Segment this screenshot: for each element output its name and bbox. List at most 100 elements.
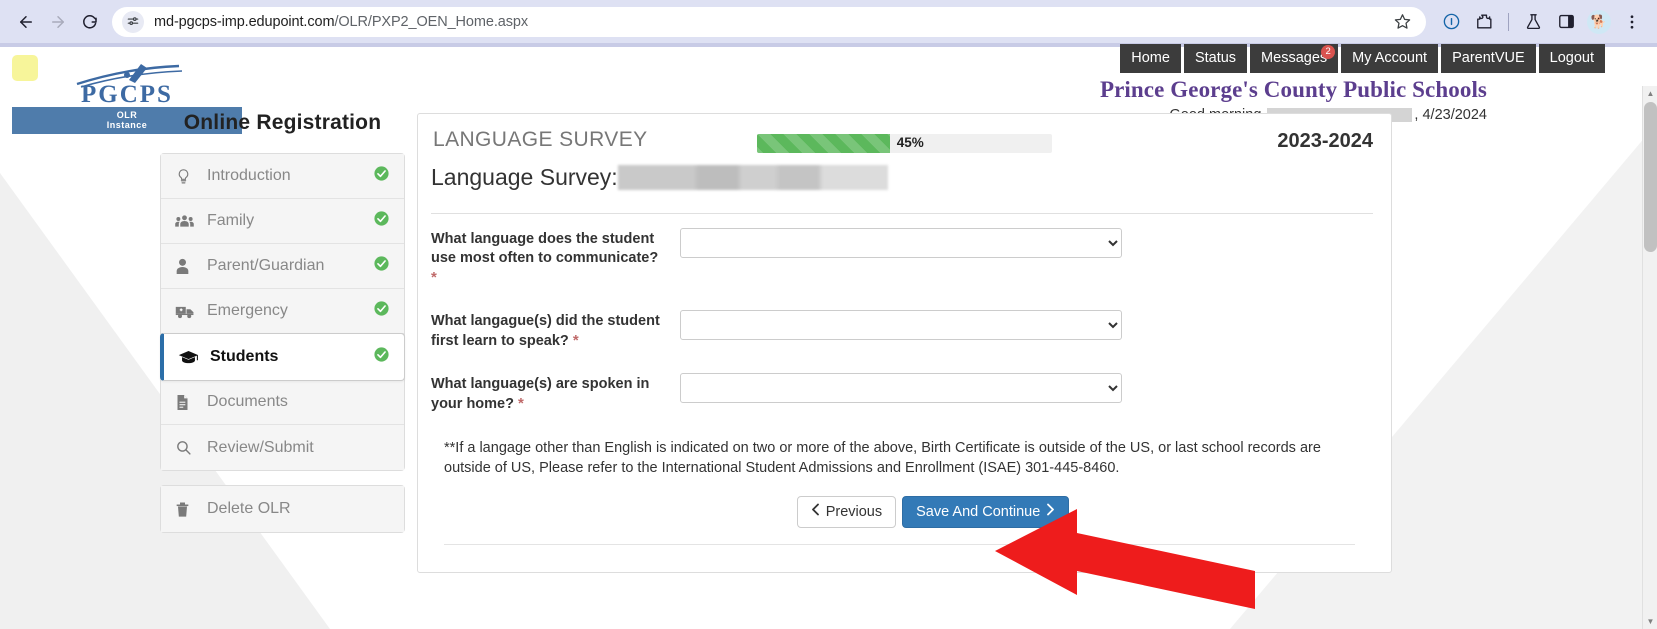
question-1-field — [680, 228, 1122, 258]
lightbulb-icon — [175, 168, 201, 185]
main-panel: LANGUAGE SURVEY 45% 2023-2024 Language S… — [417, 113, 1392, 573]
language-first-learned-select[interactable] — [680, 310, 1122, 340]
forward-arrow-icon — [42, 6, 74, 38]
sidebar-nav-group: Introduction Family Parent/Guardian — [160, 153, 405, 471]
profile-avatar-icon[interactable]: 🐕 — [1584, 7, 1614, 37]
sidebar-item-label: Documents — [201, 393, 390, 411]
scrollbar-thumb[interactable] — [1644, 102, 1657, 252]
survey-heading-text: Language Survey: — [431, 164, 618, 191]
page-scrollbar[interactable]: ▲ ▼ — [1642, 86, 1657, 629]
page-title: Online Registration — [160, 111, 405, 135]
sidebar-delete-group: Delete OLR — [160, 485, 405, 533]
sidebar-item-review-submit[interactable]: Review/Submit — [161, 425, 404, 470]
sidebar-item-label: Emergency — [201, 302, 373, 320]
info-circle-icon[interactable] — [1436, 7, 1466, 37]
lab-flask-icon[interactable] — [1518, 7, 1548, 37]
language-survey-form: What language does the student use most … — [418, 214, 1391, 545]
address-bar[interactable]: md-pgcps-imp.edupoint.com/OLR/PXP2_OEN_H… — [112, 7, 1426, 37]
graduation-cap-icon — [178, 349, 204, 366]
sidebar-item-family[interactable]: Family — [161, 199, 404, 244]
redacted-student-name — [618, 165, 888, 190]
site-settings-icon[interactable] — [122, 11, 144, 33]
url-domain: md-pgcps-imp.edupoint.com — [154, 14, 334, 30]
question-3-field — [680, 373, 1122, 403]
progress-percent-label: 45% — [897, 135, 924, 150]
trash-icon — [175, 501, 201, 518]
topnav-item-status[interactable]: Status — [1184, 44, 1247, 73]
url-path: /OLR/PXP2_OEN_Home.aspx — [334, 14, 528, 30]
sidebar-item-label: Introduction — [201, 167, 373, 185]
scroll-down-arrow-icon[interactable]: ▼ — [1643, 614, 1657, 629]
browser-toolbar: md-pgcps-imp.edupoint.com/OLR/PXP2_OEN_H… — [0, 0, 1657, 43]
question-2-text: What langague(s) did the student first l… — [431, 313, 660, 349]
progress-track: 45% — [757, 134, 1052, 153]
logo-text: PGCPS — [12, 84, 242, 105]
ambulance-icon — [175, 303, 201, 320]
required-asterisk: * — [431, 269, 437, 286]
check-complete-icon — [373, 210, 390, 232]
page-content: Home Status Messages2 My Account ParentV… — [0, 43, 1657, 629]
delete-olr-button[interactable]: Delete OLR — [161, 486, 404, 532]
sidebar-item-documents[interactable]: Documents — [161, 380, 404, 425]
sidebar-item-students[interactable]: Students — [160, 333, 405, 381]
topnav-label: ParentVUE — [1452, 50, 1525, 66]
browser-extension-icons: 🐕 — [1436, 7, 1647, 37]
back-arrow-icon[interactable] — [10, 6, 42, 38]
star-icon[interactable] — [1390, 10, 1414, 34]
toolbar-divider — [1508, 13, 1509, 31]
question-3-label: What language(s) are spoken in your home… — [431, 373, 663, 414]
topnav-item-logout[interactable]: Logout — [1539, 44, 1605, 73]
check-complete-icon — [373, 346, 390, 368]
person-icon — [175, 258, 201, 275]
progress-bar: 45% — [757, 134, 1052, 153]
previous-button-label: Previous — [826, 503, 882, 521]
language-most-often-select[interactable] — [680, 228, 1122, 258]
survey-title-row: Language Survey: — [418, 164, 1391, 208]
magnifier-icon — [175, 439, 201, 456]
question-1-label: What language does the student use most … — [431, 228, 663, 288]
reload-icon[interactable] — [74, 6, 106, 38]
question-2-label: What langague(s) did the student first l… — [431, 310, 663, 351]
question-1-text: What language does the student use most … — [431, 231, 658, 266]
language-spoken-at-home-select[interactable] — [680, 373, 1122, 403]
topnav-item-messages[interactable]: Messages2 — [1250, 44, 1338, 73]
question-row-1: What language does the student use most … — [431, 228, 1373, 288]
red-arrow-pointer — [995, 509, 1257, 624]
required-asterisk: * — [518, 395, 524, 412]
sidebar-item-label: Family — [201, 212, 373, 230]
extensions-puzzle-icon[interactable] — [1469, 7, 1499, 37]
progress-fill — [757, 134, 890, 153]
topnav-label: Messages — [1261, 50, 1327, 66]
sidebar-item-label: Students — [204, 348, 373, 366]
school-year-label: 2023-2024 — [1277, 130, 1373, 153]
topnav-item-parentvue[interactable]: ParentVUE — [1441, 44, 1536, 73]
sidebar-item-emergency[interactable]: Emergency — [161, 289, 404, 334]
panel-header: LANGUAGE SURVEY 45% 2023-2024 — [418, 114, 1391, 164]
topnav-label: Status — [1195, 50, 1236, 66]
required-asterisk: * — [573, 332, 579, 349]
question-row-2: What langague(s) did the student first l… — [431, 310, 1373, 351]
document-icon — [175, 394, 201, 411]
check-complete-icon — [373, 255, 390, 277]
topnav-item-my-account[interactable]: My Account — [1341, 44, 1438, 73]
side-panel-icon[interactable] — [1551, 7, 1581, 37]
topnav-label: Logout — [1550, 50, 1594, 66]
yellow-highlight-block — [12, 55, 38, 81]
url-text: md-pgcps-imp.edupoint.com/OLR/PXP2_OEN_H… — [154, 14, 528, 30]
check-complete-icon — [373, 165, 390, 187]
messages-count-badge: 2 — [1321, 45, 1335, 59]
previous-button[interactable]: Previous — [797, 496, 896, 528]
footnote-text: **If a langage other than English is ind… — [431, 436, 1373, 478]
topnav-label: Home — [1131, 50, 1170, 66]
scroll-up-arrow-icon[interactable]: ▲ — [1643, 86, 1657, 101]
three-dot-menu-icon[interactable] — [1617, 7, 1647, 37]
sidebar-item-introduction[interactable]: Introduction — [161, 154, 404, 199]
top-navigation: Home Status Messages2 My Account ParentV… — [1120, 44, 1605, 73]
sidebar-item-parent-guardian[interactable]: Parent/Guardian — [161, 244, 404, 289]
people-group-icon — [175, 213, 201, 230]
survey-heading: Language Survey: — [431, 164, 1373, 191]
topnav-item-home[interactable]: Home — [1120, 44, 1181, 73]
greeting-date: , 4/23/2024 — [1414, 107, 1487, 123]
sidebar: Online Registration Introduction Family — [160, 111, 405, 533]
question-2-field — [680, 310, 1122, 340]
